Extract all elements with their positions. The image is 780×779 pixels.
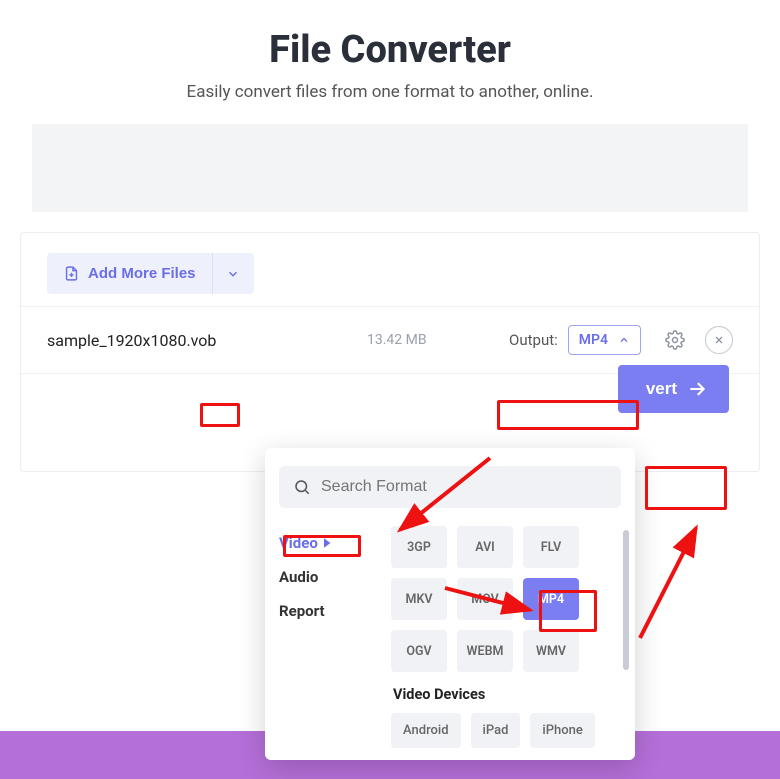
format-3gp[interactable]: 3GP (391, 526, 447, 568)
annotation-box (645, 466, 727, 510)
category-report[interactable]: Report (279, 594, 379, 628)
chevron-down-icon (226, 267, 240, 281)
convert-button[interactable]: vert (618, 365, 729, 413)
device-android[interactable]: Android (391, 713, 461, 748)
close-icon (713, 334, 725, 346)
devices-row: Android iPad iPhone (391, 713, 621, 748)
chevron-up-icon (618, 334, 630, 346)
category-label: Audio (279, 568, 318, 586)
gear-icon (665, 330, 685, 350)
format-ogv[interactable]: OGV (391, 630, 447, 672)
video-devices-heading: Video Devices (393, 686, 621, 703)
file-row: sample_1920x1080.vob 13.42 MB Output: MP… (21, 306, 759, 374)
format-search[interactable] (279, 466, 621, 508)
add-more-files-label: Add More Files (88, 265, 196, 282)
scrollbar[interactable] (623, 530, 629, 670)
category-video[interactable]: Video (279, 526, 379, 560)
format-mp4[interactable]: MP4 (523, 578, 579, 620)
device-iphone[interactable]: iPhone (530, 713, 594, 748)
output-format-select[interactable]: MP4 (568, 325, 641, 355)
toolbar: Add More Files (21, 233, 759, 294)
remove-file-button[interactable] (705, 326, 733, 354)
arrow-right-icon (687, 379, 707, 399)
search-icon (293, 478, 311, 496)
category-audio[interactable]: Audio (279, 560, 379, 594)
add-more-files-button[interactable]: Add More Files (47, 253, 212, 294)
format-webm[interactable]: WEBM (457, 630, 513, 672)
settings-button[interactable] (661, 326, 689, 354)
add-more-files-dropdown[interactable] (212, 253, 254, 294)
category-label: Video (279, 534, 318, 552)
page-subtitle: Easily convert files from one format to … (0, 82, 780, 102)
ad-or-banner-area (32, 124, 748, 212)
page-title: File Converter (0, 28, 780, 72)
file-size: 13.42 MB (327, 332, 509, 348)
category-list: Video Audio Report (279, 526, 379, 628)
format-search-input[interactable] (321, 478, 607, 496)
output-group: Output: MP4 (509, 325, 733, 355)
caret-right-icon (324, 538, 332, 548)
output-label: Output: (509, 331, 558, 349)
output-format-value: MP4 (579, 332, 608, 348)
format-flv[interactable]: FLV (523, 526, 579, 568)
format-wmv[interactable]: WMV (523, 630, 579, 672)
device-ipad[interactable]: iPad (471, 713, 521, 748)
convert-button-label: vert (646, 379, 677, 399)
format-grid: 3GP AVI FLV MKV MOV MP4 OGV WEBM WMV (391, 526, 621, 672)
format-avi[interactable]: AVI (457, 526, 513, 568)
format-mov[interactable]: MOV (457, 578, 513, 620)
file-name: sample_1920x1080.vob (47, 331, 327, 350)
format-mkv[interactable]: MKV (391, 578, 447, 620)
converter-card: Add More Files sample_1920x1080.vob 13.4… (20, 232, 760, 472)
category-label: Report (279, 602, 325, 620)
format-dropdown-panel: Video Audio Report 3GP AVI FLV MKV MOV M… (265, 448, 635, 760)
add-file-icon (63, 265, 80, 282)
